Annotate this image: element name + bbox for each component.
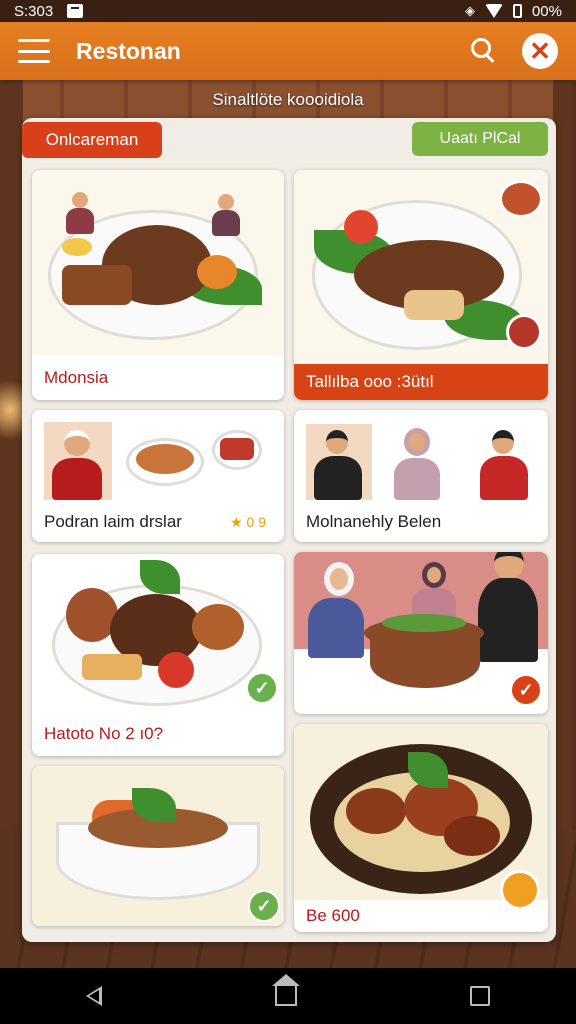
back-icon[interactable] xyxy=(86,986,103,1006)
chef-avatar[interactable] xyxy=(500,870,540,910)
dish-card-1[interactable]: Mdonsia xyxy=(32,170,284,400)
dish-label: Podran laim drslar xyxy=(44,512,182,531)
dish-label: Tallılba ooo :3ütıl xyxy=(294,364,548,400)
dish-label: Molnanehly Belen xyxy=(306,512,442,531)
status-bar: S:303 ◈ 00% xyxy=(0,0,576,22)
recent-apps-icon[interactable] xyxy=(469,986,490,1006)
close-icon[interactable]: ✕ xyxy=(522,33,558,69)
status-time: S:303 xyxy=(14,2,54,20)
app-title: Restonan xyxy=(76,37,181,64)
selected-check-icon[interactable]: ✓ xyxy=(246,672,278,704)
filter-chip-left[interactable]: Onlcareman xyxy=(22,122,162,158)
battery-icon xyxy=(512,4,522,18)
dish-card-7[interactable]: ✓ xyxy=(32,766,284,926)
rating-stars: ★ 0 9 xyxy=(230,514,266,530)
dish-label: Hatoto No 2 ı0? xyxy=(44,724,164,743)
vibrate-icon: ◈ xyxy=(464,3,475,18)
battery-level: 00% xyxy=(531,2,562,20)
dish-image xyxy=(32,410,284,502)
app-bar: Restonan ✕ xyxy=(0,22,576,80)
dish-card-8[interactable]: Be 600 xyxy=(294,724,548,932)
home-icon[interactable] xyxy=(271,974,300,1006)
dish-card-5[interactable]: Hatoto No 2 ı0? ✓ xyxy=(32,554,284,756)
dish-card-6[interactable]: ✓ xyxy=(294,552,548,714)
filter-chip-right[interactable]: Uaatı PlCal xyxy=(412,122,548,156)
dish-label: Be 600 xyxy=(306,906,360,925)
dish-card-2[interactable]: Tallılba ooo :3ütıl xyxy=(294,170,548,400)
dish-label: Mdonsia xyxy=(44,368,109,387)
wifi-icon xyxy=(484,4,503,18)
notification-icon xyxy=(67,4,84,18)
search-icon[interactable] xyxy=(468,35,500,67)
restaurant-panel: Onlcareman Uaatı PlCal Mdonsia Tallılba … xyxy=(22,118,556,942)
dish-card-3[interactable]: Podran laim drslar ★ 0 9 xyxy=(32,410,284,542)
selected-check-icon[interactable]: ✓ xyxy=(510,674,542,706)
menu-icon[interactable] xyxy=(18,39,50,63)
dish-image xyxy=(294,410,548,502)
selected-check-icon[interactable]: ✓ xyxy=(248,890,280,922)
dish-image xyxy=(32,766,284,926)
system-nav-bar xyxy=(0,968,576,1024)
dish-card-4[interactable]: Molnanehly Belen xyxy=(294,410,548,542)
dish-image xyxy=(32,170,284,355)
dish-image xyxy=(294,170,548,364)
page-subtitle: Sinaltlöte koooidiola xyxy=(212,90,364,109)
